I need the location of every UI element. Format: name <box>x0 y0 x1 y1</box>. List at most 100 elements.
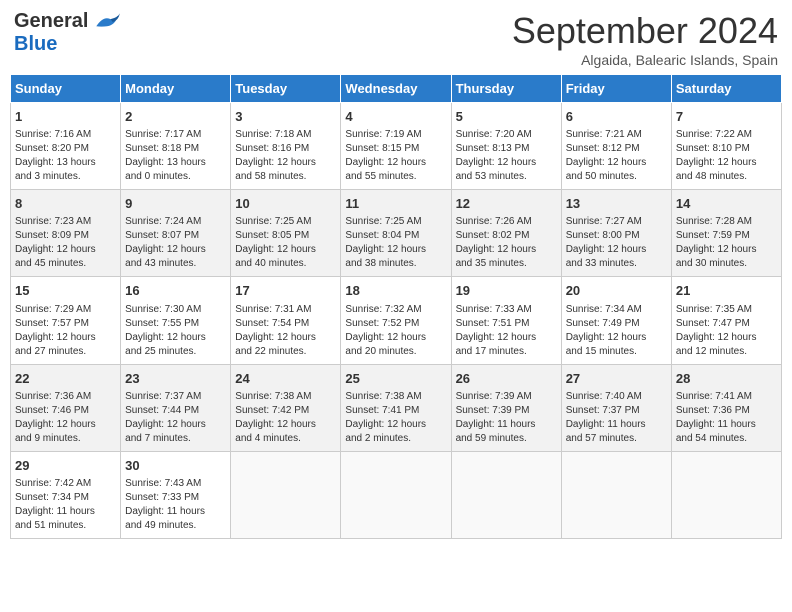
day-info: Sunrise: 7:20 AMSunset: 8:13 PMDaylight:… <box>456 128 557 184</box>
day-info: Sunrise: 7:33 AMSunset: 7:51 PMDaylight:… <box>456 303 557 359</box>
calendar-cell <box>671 451 781 538</box>
day-info: Sunrise: 7:17 AMSunset: 8:18 PMDaylight:… <box>125 128 226 184</box>
day-info: Sunrise: 7:21 AMSunset: 8:12 PMDaylight:… <box>566 128 667 184</box>
day-info: Sunrise: 7:22 AMSunset: 8:10 PMDaylight:… <box>676 128 777 184</box>
weekday-header-thursday: Thursday <box>451 75 561 103</box>
day-number: 7 <box>676 108 777 126</box>
calendar-week-row: 1 Sunrise: 7:16 AMSunset: 8:20 PMDaylight… <box>11 103 782 190</box>
day-info: Sunrise: 7:25 AMSunset: 8:05 PMDaylight:… <box>235 215 336 271</box>
day-number: 11 <box>345 195 446 213</box>
day-info: Sunrise: 7:38 AMSunset: 7:41 PMDaylight:… <box>345 390 446 446</box>
weekday-header-tuesday: Tuesday <box>231 75 341 103</box>
calendar-cell: 27Sunrise: 7:40 AMSunset: 7:37 PMDayligh… <box>561 364 671 451</box>
day-info: Sunrise: 7:16 AMSunset: 8:20 PMDaylight:… <box>15 128 116 184</box>
calendar-cell: 13 Sunrise: 7:27 AMSunset: 8:00 PMDayligh… <box>561 190 671 277</box>
logo: General Blue <box>14 10 122 56</box>
weekday-header-row: SundayMondayTuesdayWednesdayThursdayFrid… <box>11 75 782 103</box>
calendar-cell: 18 Sunrise: 7:32 AMSunset: 7:52 PMDayligh… <box>341 277 451 364</box>
day-number: 15 <box>15 282 116 300</box>
weekday-header-sunday: Sunday <box>11 75 121 103</box>
day-number: 23 <box>125 370 226 388</box>
day-info: Sunrise: 7:31 AMSunset: 7:54 PMDaylight:… <box>235 303 336 359</box>
calendar-cell: 26Sunrise: 7:39 AMSunset: 7:39 PMDayligh… <box>451 364 561 451</box>
calendar-cell: 1 Sunrise: 7:16 AMSunset: 8:20 PMDaylight… <box>11 103 121 190</box>
day-number: 5 <box>456 108 557 126</box>
location-title: Algaida, Balearic Islands, Spain <box>512 52 778 68</box>
day-number: 8 <box>15 195 116 213</box>
day-info: Sunrise: 7:43 AMSunset: 7:33 PMDaylight:… <box>125 477 226 533</box>
day-info: Sunrise: 7:39 AMSunset: 7:39 PMDaylight:… <box>456 390 557 446</box>
day-number: 21 <box>676 282 777 300</box>
day-info: Sunrise: 7:30 AMSunset: 7:55 PMDaylight:… <box>125 303 226 359</box>
day-number: 19 <box>456 282 557 300</box>
month-title: September 2024 <box>512 10 778 52</box>
calendar-cell: 22Sunrise: 7:36 AMSunset: 7:46 PMDayligh… <box>11 364 121 451</box>
weekday-header-monday: Monday <box>121 75 231 103</box>
calendar-cell: 12 Sunrise: 7:26 AMSunset: 8:02 PMDayligh… <box>451 190 561 277</box>
calendar-cell: 25 Sunrise: 7:38 AMSunset: 7:41 PMDayligh… <box>341 364 451 451</box>
calendar-cell: 9Sunrise: 7:24 AMSunset: 8:07 PMDaylight… <box>121 190 231 277</box>
day-info: Sunrise: 7:27 AMSunset: 8:00 PMDaylight:… <box>566 215 667 271</box>
calendar-week-row: 22Sunrise: 7:36 AMSunset: 7:46 PMDayligh… <box>11 364 782 451</box>
day-info: Sunrise: 7:36 AMSunset: 7:46 PMDaylight:… <box>15 390 116 446</box>
calendar-cell: 14 Sunrise: 7:28 AMSunset: 7:59 PMDayligh… <box>671 190 781 277</box>
calendar-cell: 24 Sunrise: 7:38 AMSunset: 7:42 PMDayligh… <box>231 364 341 451</box>
calendar-cell: 2Sunrise: 7:17 AMSunset: 8:18 PMDaylight… <box>121 103 231 190</box>
bird-icon <box>92 12 122 32</box>
weekday-header-saturday: Saturday <box>671 75 781 103</box>
day-number: 1 <box>15 108 116 126</box>
day-number: 6 <box>566 108 667 126</box>
calendar-cell <box>451 451 561 538</box>
day-number: 29 <box>15 457 116 475</box>
day-number: 17 <box>235 282 336 300</box>
day-info: Sunrise: 7:32 AMSunset: 7:52 PMDaylight:… <box>345 303 446 359</box>
calendar-cell: 21 Sunrise: 7:35 AMSunset: 7:47 PMDayligh… <box>671 277 781 364</box>
calendar-week-row: 8 Sunrise: 7:23 AMSunset: 8:09 PMDaylight… <box>11 190 782 277</box>
calendar-cell <box>561 451 671 538</box>
weekday-header-wednesday: Wednesday <box>341 75 451 103</box>
day-number: 25 <box>345 370 446 388</box>
day-number: 20 <box>566 282 667 300</box>
calendar-cell <box>231 451 341 538</box>
day-info: Sunrise: 7:41 AMSunset: 7:36 PMDaylight:… <box>676 390 777 446</box>
calendar-cell: 19 Sunrise: 7:33 AMSunset: 7:51 PMDayligh… <box>451 277 561 364</box>
day-number: 14 <box>676 195 777 213</box>
day-info: Sunrise: 7:26 AMSunset: 8:02 PMDaylight:… <box>456 215 557 271</box>
calendar-cell: 16 Sunrise: 7:30 AMSunset: 7:55 PMDayligh… <box>121 277 231 364</box>
calendar-cell: 4Sunrise: 7:19 AMSunset: 8:15 PMDaylight… <box>341 103 451 190</box>
calendar-cell: 10 Sunrise: 7:25 AMSunset: 8:05 PMDayligh… <box>231 190 341 277</box>
day-info: Sunrise: 7:35 AMSunset: 7:47 PMDaylight:… <box>676 303 777 359</box>
day-info: Sunrise: 7:42 AMSunset: 7:34 PMDaylight:… <box>15 477 116 533</box>
day-number: 10 <box>235 195 336 213</box>
day-number: 13 <box>566 195 667 213</box>
calendar-cell: 5 Sunrise: 7:20 AMSunset: 8:13 PMDaylight… <box>451 103 561 190</box>
day-info: Sunrise: 7:23 AMSunset: 8:09 PMDaylight:… <box>15 215 116 271</box>
day-info: Sunrise: 7:25 AMSunset: 8:04 PMDaylight:… <box>345 215 446 271</box>
logo-general-text: General <box>14 10 88 33</box>
calendar-week-row: 15 Sunrise: 7:29 AMSunset: 7:57 PMDayligh… <box>11 277 782 364</box>
day-number: 30 <box>125 457 226 475</box>
day-info: Sunrise: 7:34 AMSunset: 7:49 PMDaylight:… <box>566 303 667 359</box>
calendar-cell: 7 Sunrise: 7:22 AMSunset: 8:10 PMDaylight… <box>671 103 781 190</box>
day-info: Sunrise: 7:37 AMSunset: 7:44 PMDaylight:… <box>125 390 226 446</box>
calendar-cell <box>341 451 451 538</box>
day-number: 27 <box>566 370 667 388</box>
day-number: 16 <box>125 282 226 300</box>
day-number: 12 <box>456 195 557 213</box>
calendar-cell: 29 Sunrise: 7:42 AMSunset: 7:34 PMDayligh… <box>11 451 121 538</box>
calendar-cell: 17 Sunrise: 7:31 AMSunset: 7:54 PMDayligh… <box>231 277 341 364</box>
calendar-week-row: 29 Sunrise: 7:42 AMSunset: 7:34 PMDayligh… <box>11 451 782 538</box>
day-number: 9 <box>125 195 226 213</box>
calendar-cell: 3 Sunrise: 7:18 AMSunset: 8:16 PMDaylight… <box>231 103 341 190</box>
calendar-cell: 23 Sunrise: 7:37 AMSunset: 7:44 PMDayligh… <box>121 364 231 451</box>
day-info: Sunrise: 7:18 AMSunset: 8:16 PMDaylight:… <box>235 128 336 184</box>
calendar-cell: 11 Sunrise: 7:25 AMSunset: 8:04 PMDayligh… <box>341 190 451 277</box>
day-info: Sunrise: 7:28 AMSunset: 7:59 PMDaylight:… <box>676 215 777 271</box>
day-number: 3 <box>235 108 336 126</box>
day-info: Sunrise: 7:38 AMSunset: 7:42 PMDaylight:… <box>235 390 336 446</box>
calendar-cell: 28Sunrise: 7:41 AMSunset: 7:36 PMDayligh… <box>671 364 781 451</box>
day-number: 18 <box>345 282 446 300</box>
day-number: 24 <box>235 370 336 388</box>
weekday-header-friday: Friday <box>561 75 671 103</box>
day-info: Sunrise: 7:29 AMSunset: 7:57 PMDaylight:… <box>15 303 116 359</box>
